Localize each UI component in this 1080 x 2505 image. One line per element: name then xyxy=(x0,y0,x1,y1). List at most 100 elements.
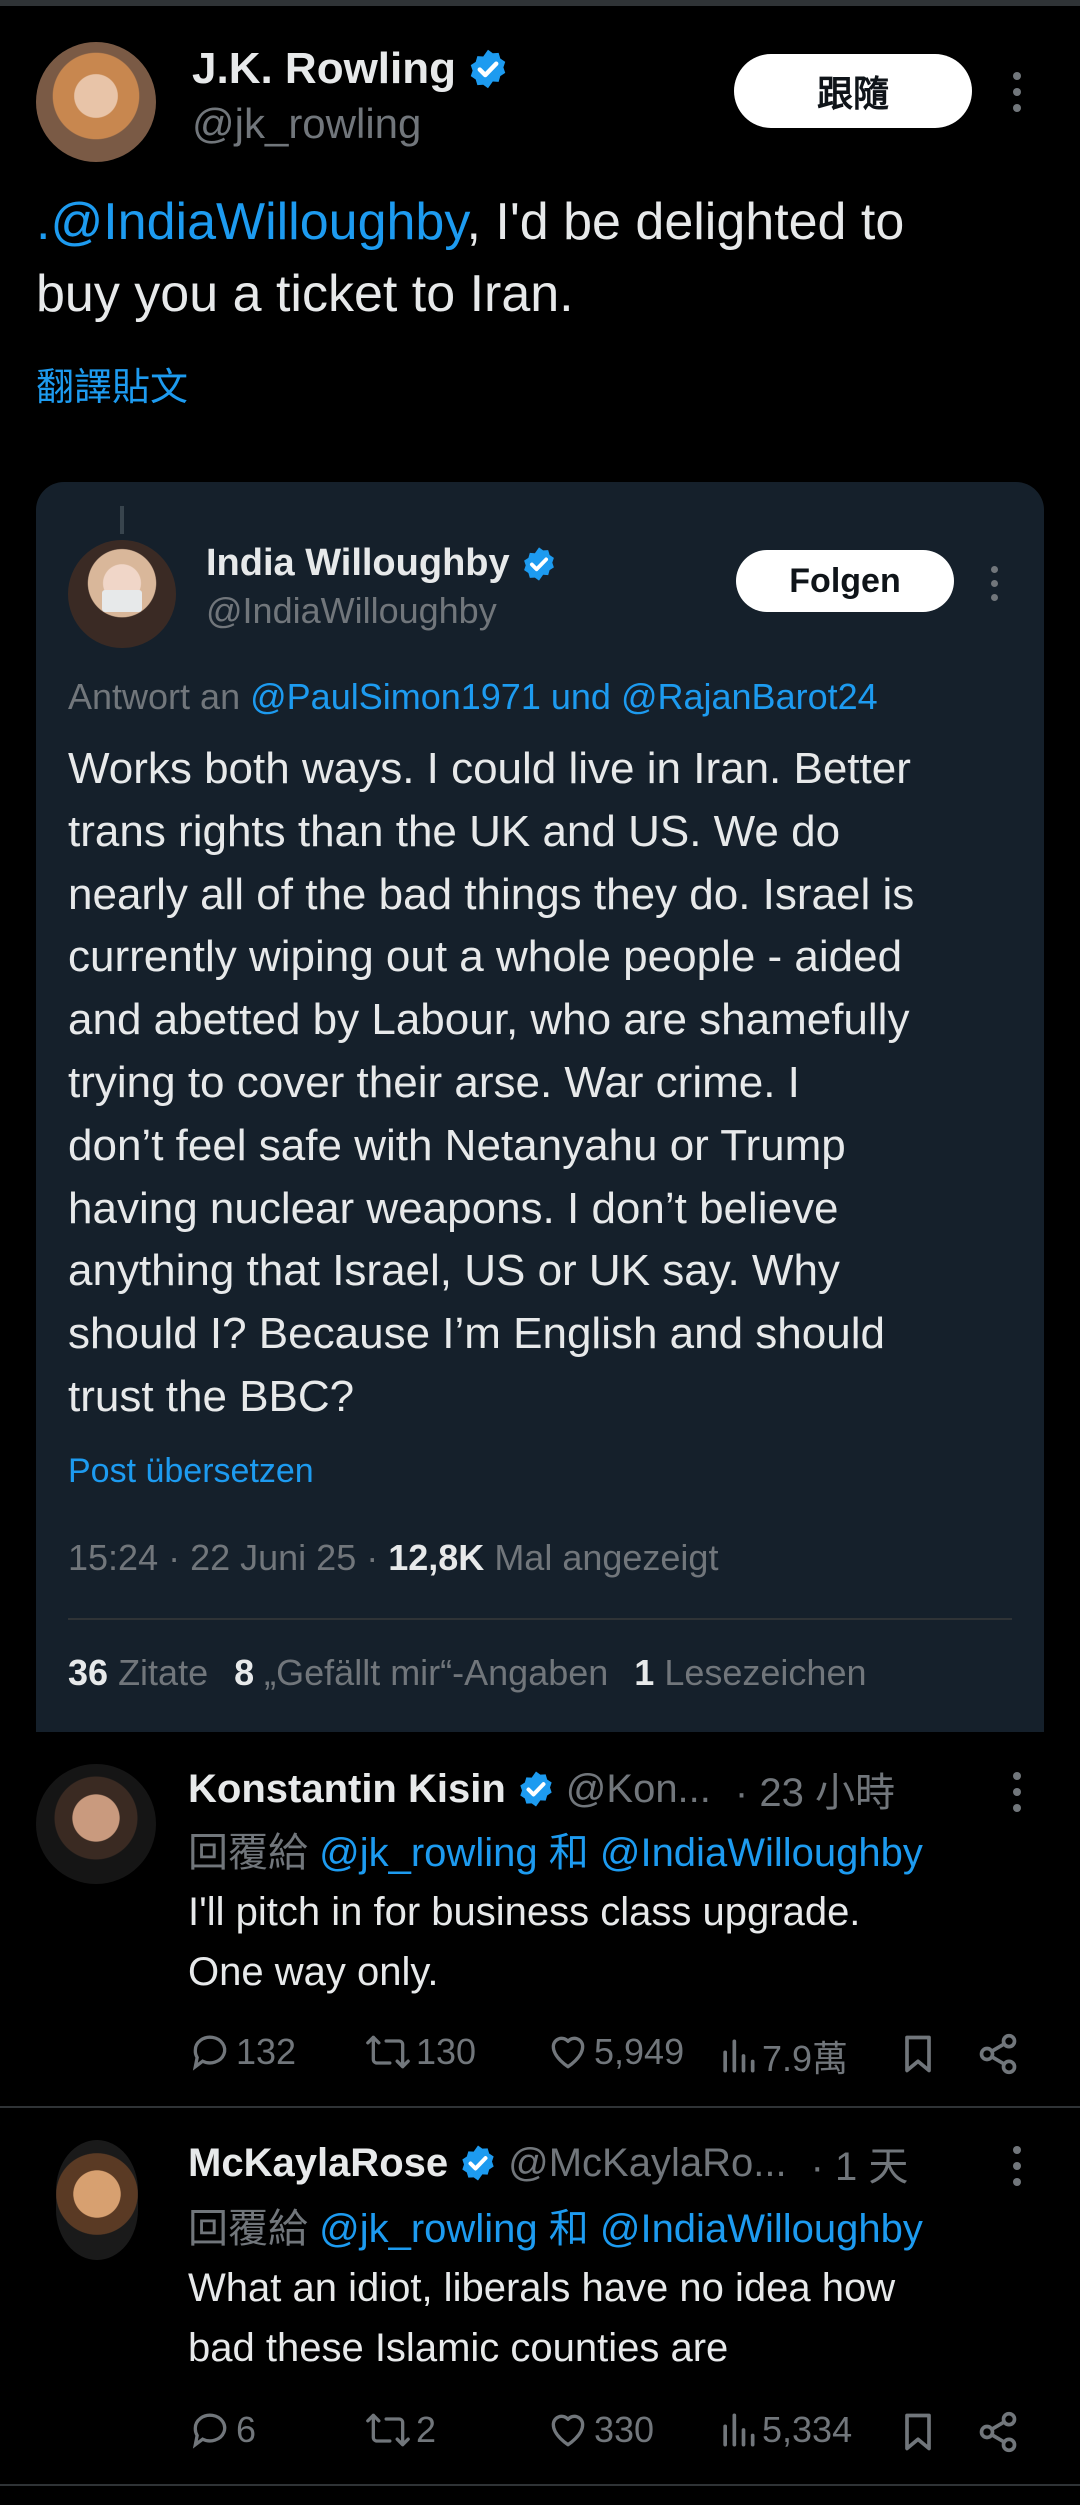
quoted-timestamp[interactable]: 15:24 · 22 Juni 25 · xyxy=(68,1537,378,1578)
reply-text-line: What an idiot, liberals have no idea how xyxy=(188,2266,896,2310)
reply-user-link[interactable]: @jk_rowling xyxy=(319,2207,537,2251)
tweet-text: .@IndiaWilloughby, I'd be delighted to b… xyxy=(36,186,1046,330)
reply-count: 132 xyxy=(236,2031,297,2072)
more-options-icon[interactable] xyxy=(1013,2146,1021,2186)
more-options-icon[interactable] xyxy=(1013,1772,1021,1812)
repost-button[interactable]: 130 xyxy=(364,2030,476,2074)
reply-author-name[interactable]: Konstantin Kisin xyxy=(188,1767,506,1812)
reply-button[interactable]: 132 xyxy=(188,2030,296,2074)
reply-header: McKaylaRose @McKaylaRo... · 1 天 xyxy=(188,2134,908,2192)
reply-header: Konstantin Kisin @Kon... · 23 小時 xyxy=(188,1760,895,1818)
like-button[interactable]: 330 xyxy=(546,2408,654,2452)
quoted-text-line: Works both ways. I could live in Iran. B… xyxy=(68,744,911,793)
quoted-meta: 15:24 · 22 Juni 25 · 12,8K Mal angezeigt xyxy=(68,1537,718,1579)
reply-user-link[interactable]: @PaulSimon1971 xyxy=(250,676,541,717)
reply-avatar[interactable] xyxy=(36,1764,156,1884)
more-options-icon[interactable] xyxy=(991,566,998,601)
reply-tweet[interactable]: Konstantin Kisin @Kon... · 23 小時 回覆給 @jk… xyxy=(0,1732,1080,2106)
quotes-count: 36 xyxy=(68,1652,109,1693)
quoted-tweet-card[interactable]: India Willoughby @IndiaWilloughby Folgen… xyxy=(36,482,1044,1732)
reply-text-line: I'll pitch in for business class upgrade… xyxy=(188,1890,861,1934)
reply-text: What an idiot, liberals have no idea how… xyxy=(188,2258,895,2378)
views-count: 12,8K xyxy=(388,1537,485,1578)
quoted-text-line: having nuclear weapons. I don’t believe xyxy=(68,1183,839,1233)
repost-icon xyxy=(366,2413,410,2447)
bookmark-icon[interactable] xyxy=(896,2410,940,2454)
reply-count: 6 xyxy=(236,2409,257,2450)
likes-stat[interactable]: 8 „Gefällt mir“-Angaben xyxy=(234,1652,608,1694)
quoted-text-line: currently wiping out a whole people - ai… xyxy=(68,932,903,982)
reply-context-prefix: 回覆給 xyxy=(188,1831,308,1875)
quoted-follow-button[interactable]: Folgen xyxy=(736,550,954,612)
reply-user-link[interactable]: @jk_rowling xyxy=(319,1831,537,1875)
verified-badge-icon xyxy=(470,49,506,89)
views-button[interactable]: 5,334 xyxy=(718,2408,852,2452)
repost-count: 2 xyxy=(416,2409,437,2450)
quoted-text-line: trying to cover their arse. War crime. I xyxy=(68,1057,800,1107)
reply-author-name[interactable]: McKaylaRose xyxy=(188,2141,448,2186)
quoted-text-line: anything that Israel, US or UK say. Why xyxy=(68,1246,840,1296)
reply-user-link[interactable]: @IndiaWilloughby xyxy=(600,2207,923,2251)
thread-line xyxy=(120,506,124,534)
avatar[interactable] xyxy=(36,42,156,162)
tweet-text-line2: buy you a ticket to Iran. xyxy=(36,265,574,323)
share-icon[interactable] xyxy=(976,2410,1020,2454)
quotes-label: Zitate xyxy=(118,1652,209,1693)
reply-text-line: One way only. xyxy=(188,1950,439,1994)
tweet-text-line1: , I'd be delighted to xyxy=(466,193,905,251)
views-icon xyxy=(723,2413,755,2447)
views-label: Mal angezeigt xyxy=(494,1537,719,1578)
reply-avatar[interactable] xyxy=(56,2140,138,2260)
author-handle[interactable]: @jk_rowling xyxy=(192,100,421,148)
like-button[interactable]: 5,949 xyxy=(546,2030,684,2074)
reply-text: I'll pitch in for business class upgrade… xyxy=(188,1882,860,2002)
reply-author-handle[interactable]: @Kon... xyxy=(566,1767,711,1812)
reply-context: 回覆給 @jk_rowling 和 @IndiaWilloughby xyxy=(188,1820,923,1878)
quoted-author-handle[interactable]: @IndiaWilloughby xyxy=(206,590,497,632)
quoted-avatar[interactable] xyxy=(68,540,176,648)
bookmark-icon[interactable] xyxy=(896,2032,940,2076)
bottom-divider xyxy=(0,2484,1080,2486)
reply-time[interactable]: · 1 天 xyxy=(811,2134,909,2192)
likes-count: 8 xyxy=(234,1652,255,1693)
translate-link[interactable]: 翻譯貼文 xyxy=(36,356,188,411)
repost-count: 130 xyxy=(416,2031,477,2072)
reply-context: 回覆給 @jk_rowling 和 @IndiaWilloughby xyxy=(188,2196,923,2254)
quoted-translate-link[interactable]: Post übersetzen xyxy=(68,1452,314,1491)
reply-time[interactable]: · 23 小時 xyxy=(735,1760,895,1818)
author-name-row[interactable]: J.K. Rowling xyxy=(192,44,510,94)
heart-icon xyxy=(551,2036,585,2069)
views-count: 7.9萬 xyxy=(762,2038,849,2079)
likes-label: „Gefällt mir“-Angaben xyxy=(264,1652,609,1693)
like-count: 5,949 xyxy=(594,2031,685,2072)
verified-badge-icon xyxy=(462,2145,494,2181)
verified-badge-icon xyxy=(520,1771,552,1807)
reply-user-link[interactable]: @IndiaWilloughby xyxy=(600,1831,923,1875)
reply-button[interactable]: 6 xyxy=(188,2408,256,2452)
reply-divider xyxy=(0,2106,1080,2108)
comment-icon xyxy=(192,2413,227,2449)
reply-author-handle[interactable]: @McKaylaRo... xyxy=(508,2141,786,2186)
quoted-divider xyxy=(68,1618,1012,1620)
top-divider xyxy=(0,0,1080,6)
reply-context-prefix: 回覆給 xyxy=(188,2207,308,2251)
share-icon[interactable] xyxy=(976,2032,1020,2076)
views-button[interactable]: 7.9萬 xyxy=(718,2030,848,2082)
heart-icon xyxy=(551,2414,585,2447)
verified-badge-icon xyxy=(523,546,554,581)
reply-text-line: bad these Islamic counties are xyxy=(188,2326,729,2370)
quotes-stat[interactable]: 36 Zitate xyxy=(68,1652,208,1694)
follow-button[interactable]: 跟隨 xyxy=(734,54,972,128)
more-options-icon[interactable] xyxy=(1013,72,1021,112)
reply-tweet[interactable]: McKaylaRose @McKaylaRo... · 1 天 回覆給 @jk_… xyxy=(0,2110,1080,2480)
quoted-text-line: should I? Because I’m English and should xyxy=(68,1309,885,1359)
comment-icon xyxy=(192,2035,227,2071)
mention-link[interactable]: .@IndiaWilloughby xyxy=(36,193,466,251)
quoted-text-line: and abetted by Labour, who are shamefull… xyxy=(68,995,910,1045)
reply-user-link[interactable]: @RajanBarot24 xyxy=(621,676,878,717)
bookmarks-label: Lesezeichen xyxy=(664,1652,867,1693)
bookmarks-stat[interactable]: 1 Lesezeichen xyxy=(634,1652,866,1694)
quoted-text-line: trans rights than the UK and US. We do xyxy=(68,806,841,856)
repost-button[interactable]: 2 xyxy=(364,2408,436,2452)
quoted-name-row[interactable]: India Willoughby xyxy=(206,542,558,585)
